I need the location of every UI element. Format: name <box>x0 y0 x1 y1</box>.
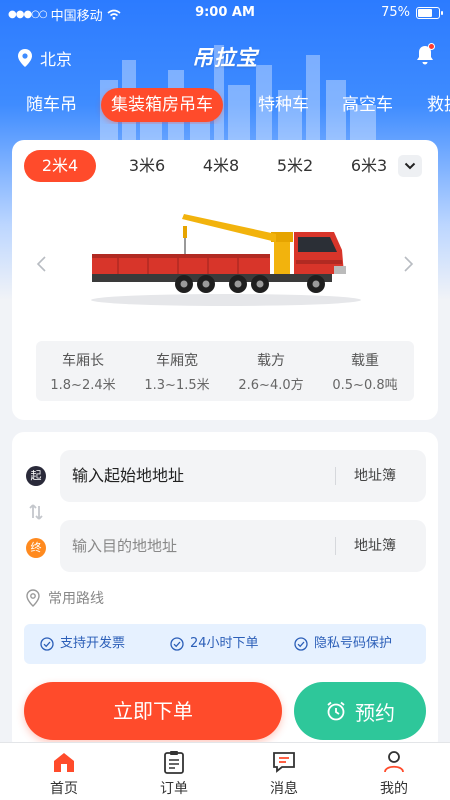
start-address-input[interactable]: 输入起始地地址 <box>72 450 184 502</box>
end-address-field[interactable]: 输入目的地地址 地址簿 <box>60 520 426 572</box>
end-address-input[interactable]: 输入目的地地址 <box>72 520 177 572</box>
crane-truck-image <box>91 214 361 306</box>
spec-load: 载重 0.5~0.8吨 <box>318 350 412 393</box>
check-circle-icon <box>170 637 184 651</box>
message-icon <box>273 752 295 773</box>
size-option-6m3[interactable]: 6米3 <box>334 150 404 182</box>
end-address-book-button[interactable]: 地址簿 <box>354 520 396 572</box>
feature-label: 隐私号码保护 <box>314 636 393 651</box>
divider <box>335 537 336 555</box>
swap-address-icon[interactable] <box>26 502 46 522</box>
spec-volume: 载方 2.6~4.0方 <box>224 350 318 393</box>
tab-label: 订单 <box>160 781 188 797</box>
feature-privacy: 隐私号码保护 <box>294 624 392 664</box>
common-routes-link[interactable]: 常用路线 <box>26 588 104 608</box>
prev-vehicle-button[interactable] <box>32 254 52 274</box>
profile-icon <box>384 751 404 773</box>
spec-title: 车厢长 <box>62 353 104 369</box>
spec-title: 载方 <box>257 353 285 369</box>
battery-percent: 75% <box>381 5 410 20</box>
check-circle-icon <box>40 637 54 651</box>
spec-value: 0.5~0.8吨 <box>332 378 398 393</box>
next-vehicle-button[interactable] <box>398 254 418 274</box>
spec-box-length: 车厢长 1.8~2.4米 <box>36 350 130 393</box>
size-option-4m8[interactable]: 4米8 <box>186 150 256 182</box>
category-tab-special-vehicle[interactable]: 特种车 <box>258 88 309 122</box>
top-bar: 北京 吊拉宝 <box>0 36 450 76</box>
notification-badge <box>428 43 435 50</box>
check-circle-icon <box>294 637 308 651</box>
brand-logo: 吊拉宝 <box>192 46 258 70</box>
feature-label: 支持开发票 <box>60 636 126 651</box>
end-badge: 终 <box>26 538 46 558</box>
notification-button[interactable] <box>416 43 435 69</box>
tab-profile[interactable]: 我的 <box>354 749 434 798</box>
tab-home[interactable]: 首页 <box>24 749 104 798</box>
size-selector: 2米4 3米6 4米8 5米2 6米3 <box>24 150 426 184</box>
category-tab-crane-truck[interactable]: 随车吊 <box>26 88 77 122</box>
feature-label: 24小时下单 <box>190 636 259 651</box>
start-address-book-button[interactable]: 地址簿 <box>354 450 396 502</box>
tab-messages[interactable]: 消息 <box>244 749 324 798</box>
bottom-tab-bar: 首页 订单 消息 我的 <box>0 742 450 800</box>
vehicle-specs: 车厢长 1.8~2.4米 车厢宽 1.3~1.5米 载方 2.6~4.0方 载重… <box>36 341 414 401</box>
size-option-2m4[interactable]: 2米4 <box>24 150 96 182</box>
feature-24h: 24小时下单 <box>170 624 259 664</box>
size-option-5m2[interactable]: 5米2 <box>260 150 330 182</box>
category-tab-container-crane[interactable]: 集装箱房吊车 <box>101 88 223 122</box>
spec-value: 1.8~2.4米 <box>50 378 116 393</box>
category-tab-aerial-vehicle[interactable]: 高空车 <box>342 88 393 122</box>
spec-title: 载重 <box>351 353 379 369</box>
more-sizes-button[interactable] <box>398 155 422 177</box>
spec-value: 1.3~1.5米 <box>144 378 210 393</box>
category-tab-rescue[interactable]: 救援 <box>427 88 450 122</box>
divider <box>335 467 336 485</box>
category-tabs: 随车吊 集装箱房吊车 特种车 高空车 救援 <box>0 88 450 124</box>
tab-label: 我的 <box>380 781 408 797</box>
spec-box-width: 车厢宽 1.3~1.5米 <box>130 350 224 393</box>
reserve-label: 预约 <box>355 700 395 725</box>
vehicle-card: 2米4 3米6 4米8 5米2 6米3 车厢长 1.8~2.4米 车厢宽 1.3… <box>12 140 438 420</box>
battery-icon <box>416 6 443 19</box>
tab-label: 消息 <box>270 781 298 797</box>
start-address-field[interactable]: 输入起始地地址 地址簿 <box>60 450 426 502</box>
feature-invoice: 支持开发票 <box>40 624 125 664</box>
spec-title: 车厢宽 <box>156 353 198 369</box>
service-features: 支持开发票 24小时下单 隐私号码保护 <box>24 624 426 664</box>
home-icon <box>54 753 74 772</box>
chevron-down-icon <box>404 162 416 170</box>
start-badge: 起 <box>26 466 46 486</box>
order-card: 起 终 输入起始地地址 地址簿 输入目的地地址 地址簿 常用路线 支持开发票 2… <box>12 432 438 752</box>
order-icon <box>164 751 184 774</box>
spec-value: 2.6~4.0方 <box>238 378 304 393</box>
status-bar: ●●●○○ 中国移动 9:00 AM 75% <box>0 0 450 26</box>
size-option-3m6[interactable]: 3米6 <box>112 150 182 182</box>
tab-label: 首页 <box>50 781 78 797</box>
common-routes-label: 常用路线 <box>48 591 104 607</box>
reserve-button[interactable]: 预约 <box>294 682 426 740</box>
location-pin-outline-icon <box>26 589 40 607</box>
order-now-button[interactable]: 立即下单 <box>24 682 282 740</box>
tab-orders[interactable]: 订单 <box>134 749 214 798</box>
alarm-clock-icon <box>327 701 345 721</box>
